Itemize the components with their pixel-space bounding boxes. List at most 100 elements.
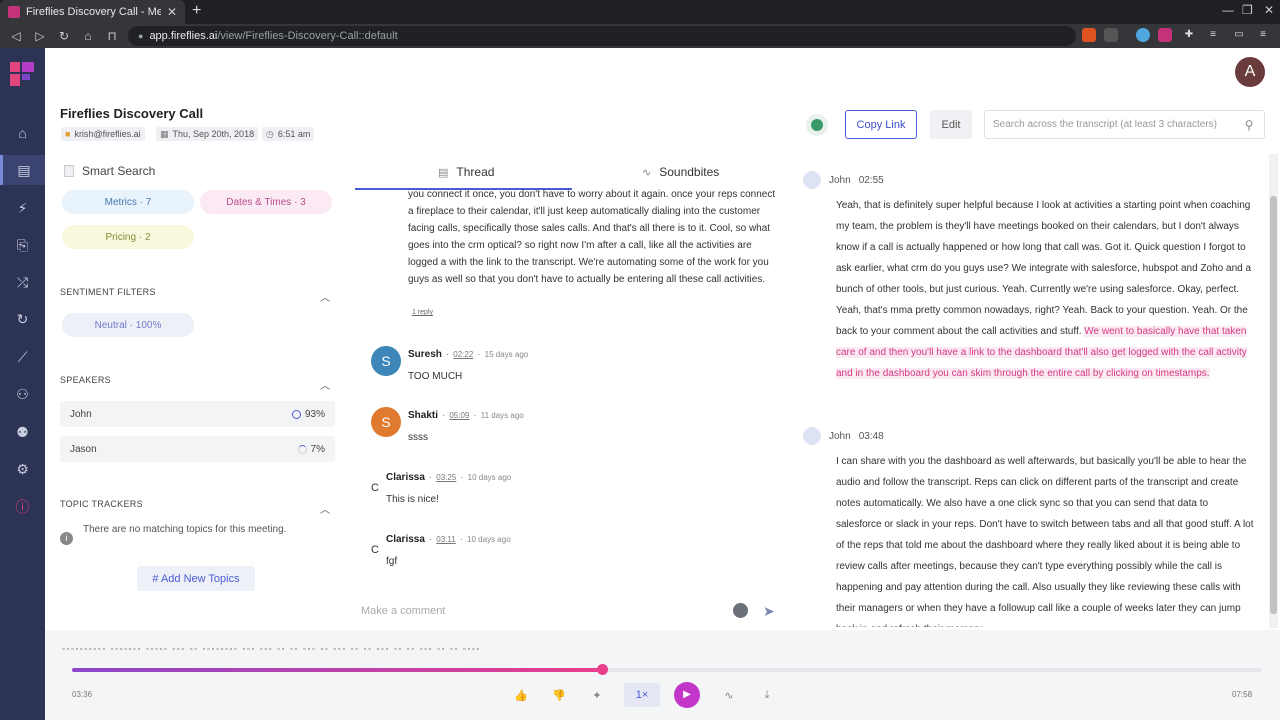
extension-icon[interactable] [1136, 28, 1150, 42]
team-nav-icon[interactable]: ⚇ [0, 379, 45, 409]
scrollbar-thumb[interactable] [1270, 196, 1277, 614]
reload-icon[interactable]: ↻ [52, 29, 76, 43]
comment-timestamp[interactable]: 03:11 [436, 535, 455, 544]
send-icon[interactable]: ➤ [763, 603, 775, 620]
edit-button[interactable]: Edit [930, 110, 972, 139]
analytics-nav-icon[interactable]: ⟋ [0, 342, 45, 372]
progress-knob[interactable] [596, 664, 608, 675]
home-nav-icon[interactable]: ⌂ [0, 118, 45, 148]
avatar [803, 427, 821, 445]
globe-icon[interactable] [733, 603, 748, 618]
chevron-up-icon[interactable]: ︿ [320, 501, 330, 516]
chip-neutral[interactable]: Neutral · 100% [62, 313, 194, 337]
notebook-nav-icon[interactable]: ▤ [0, 155, 45, 185]
minimize-icon[interactable]: — [1222, 3, 1234, 17]
search-icon[interactable]: ⚲ [1234, 118, 1264, 132]
speaker-row-john[interactable]: John 93% [60, 401, 335, 427]
speaker-name[interactable]: John [829, 175, 851, 186]
play-icon[interactable]: ▶ [674, 682, 700, 708]
comment-author: Shakti [408, 410, 439, 421]
comment-age: 11 days ago [480, 411, 524, 420]
window-close-icon[interactable]: ✕ [1264, 3, 1274, 17]
puzzle-icon[interactable]: ✚ [1182, 28, 1196, 42]
comment-body: TOO MUCH [408, 371, 463, 382]
transcript-timestamp[interactable]: 03:48 [859, 431, 884, 442]
bolt-nav-icon[interactable]: ⚡ [0, 193, 45, 223]
progress-fill [72, 668, 602, 672]
progress-ring-icon [297, 444, 307, 454]
speaker-pct: 7% [310, 443, 325, 455]
thread-icon: ▤ [438, 166, 449, 179]
shuffle-nav-icon[interactable]: ⤮ [0, 267, 45, 297]
chevron-up-icon[interactable]: ︿ [320, 289, 330, 304]
chip-pricing[interactable]: Pricing · 2 [62, 225, 194, 249]
speaker-name[interactable]: John [829, 431, 851, 442]
close-icon[interactable]: ✕ [167, 5, 177, 19]
fireflies-extension-icon[interactable] [1158, 28, 1172, 42]
menu-icon[interactable]: ≡ [1256, 28, 1270, 42]
no-topics-message: i There are no matching topics for this … [60, 524, 286, 545]
comment-timestamp[interactable]: 02:22 [453, 350, 473, 359]
comment-age: 10 days ago [467, 473, 512, 482]
thumbs-down-icon[interactable]: 👎 [546, 683, 572, 707]
user-avatar[interactable]: A [1235, 57, 1265, 87]
settings-nav-icon[interactable]: ⚙ [0, 454, 45, 484]
url-host: app.fireflies.ai [149, 30, 218, 42]
tab-thread-label: Thread [456, 165, 495, 179]
browser-toolbar: ◁ ▷ ↻ ⌂ ⊓ ● app.fireflies.ai/view/Firefl… [0, 24, 1280, 48]
forward-icon[interactable]: ▷ [28, 29, 52, 43]
chip-dates-times[interactable]: Dates & Times · 3 [200, 190, 332, 214]
tab-soundbites[interactable]: ∿ Soundbites [642, 154, 719, 190]
transcript-paragraph[interactable]: I can share with you the dashboard as we… [836, 451, 1256, 627]
user-nav-icon[interactable]: ⚉ [0, 417, 45, 447]
chip-metrics[interactable]: Metrics · 7 [62, 190, 194, 214]
comment-body: fgf [386, 556, 398, 567]
info-nav-icon[interactable]: ⓘ [0, 492, 45, 522]
tab-thread[interactable]: ▤ Thread [438, 154, 494, 190]
current-time: 03:36 [72, 690, 93, 699]
avatar: C [371, 544, 379, 556]
playlist-icon[interactable]: ≡ [1206, 28, 1220, 42]
transcript-speaker-header: John 03:48 [803, 427, 884, 445]
upload-nav-icon[interactable]: ⎘ [0, 230, 45, 260]
language-globe-button[interactable] [806, 114, 828, 136]
fireflies-logo-icon[interactable] [10, 62, 34, 86]
add-new-topics-button[interactable]: # Add New Topics [137, 566, 255, 591]
copy-link-button[interactable]: Copy Link [845, 110, 917, 139]
soundwave-icon[interactable]: ∿ [716, 683, 742, 707]
thumbs-up-icon[interactable]: 👍 [508, 683, 534, 707]
comment-timestamp[interactable]: 05:09 [449, 411, 469, 420]
home-icon[interactable]: ⌂ [76, 29, 100, 43]
left-nav-rail: ⌂ ▤ ⚡ ⎘ ⤮ ↻ ⟋ ⚇ ⚉ ⚙ ⓘ [0, 48, 45, 720]
comment-header: Clarissa · 03:25 · 10 days ago [386, 472, 512, 483]
topic-trackers-heading: TOPIC TRACKERS [60, 499, 143, 509]
transcript-search-input[interactable] [993, 119, 1234, 130]
smart-search-icon [64, 165, 74, 177]
comment-timestamp[interactable]: 03:25 [436, 473, 456, 482]
comment-header: Shakti · 05:09 · 11 days ago [408, 410, 524, 421]
bookmark-icon[interactable]: ⊓ [100, 29, 124, 43]
address-bar[interactable]: ● app.fireflies.ai/view/Fireflies-Discov… [128, 26, 1076, 46]
transcript-paragraph[interactable]: Yeah, that is definitely super helpful b… [836, 195, 1256, 384]
chevron-up-icon[interactable]: ︿ [320, 377, 330, 392]
pin-icon[interactable]: ✦ [584, 683, 610, 707]
speaker-timeline[interactable]: ▫▫▫▫▫▫▫▫▫▫ ▫▫▫▫▫▫▫ ▫▫▫▫▫ ▫▫▫ ▫▫ ▫▫▫▫▫▫▫▫… [62, 646, 1262, 652]
new-tab-icon[interactable]: + [192, 2, 201, 20]
back-icon[interactable]: ◁ [4, 29, 28, 43]
rewards-icon[interactable] [1104, 28, 1118, 42]
progress-track[interactable] [72, 668, 1262, 672]
maximize-icon[interactable]: ❐ [1242, 3, 1253, 17]
calendar-icon: ▦ [160, 128, 169, 139]
download-icon[interactable]: ⤓ [754, 683, 780, 707]
meeting-owner: ■ krish@fireflies.ai [61, 127, 145, 141]
transcript-timestamp[interactable]: 02:55 [859, 175, 884, 186]
thread-tabs: ▤ Thread ∿ Soundbites [355, 154, 790, 190]
reply-link[interactable]: 1 reply [412, 309, 433, 316]
refresh-nav-icon[interactable]: ↻ [0, 304, 45, 334]
brave-shield-icon[interactable] [1082, 28, 1096, 42]
speaker-row-jason[interactable]: Jason 7% [60, 436, 335, 462]
browser-tab[interactable]: Fireflies Discovery Call - Meeting ✕ [0, 0, 185, 24]
wallet-icon[interactable]: ▭ [1232, 28, 1246, 42]
playback-speed-button[interactable]: 1× [624, 683, 660, 707]
comment-input[interactable] [361, 602, 721, 620]
